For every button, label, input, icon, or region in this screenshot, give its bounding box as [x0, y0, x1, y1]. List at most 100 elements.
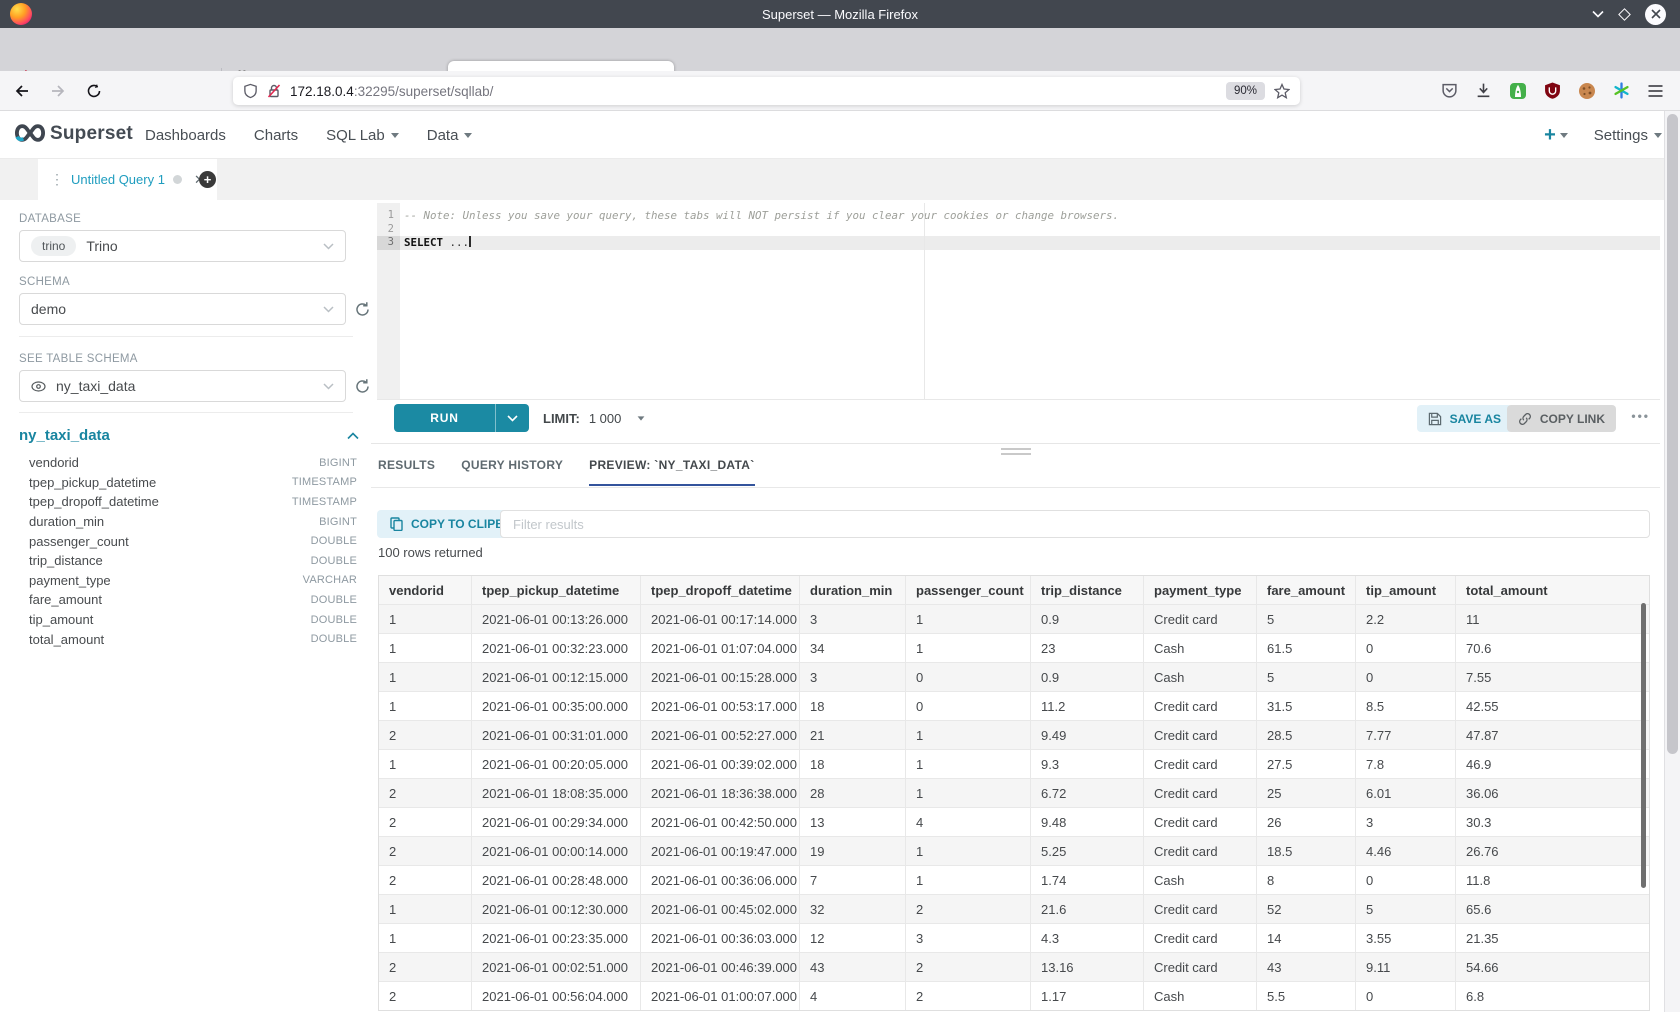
forward-button[interactable] [50, 83, 66, 99]
pocket-icon[interactable] [1441, 82, 1458, 99]
column-header[interactable]: total_amount [1455, 576, 1649, 604]
query-tab-active[interactable]: ⋮ Untitled Query 1 ✕ [38, 159, 217, 200]
table-cell: 2 [379, 779, 471, 807]
run-button[interactable]: RUN [394, 404, 529, 432]
extension-asterisk-icon[interactable] [1613, 82, 1630, 99]
sql-editor[interactable]: 123 -- Note: Unless you save your query,… [377, 203, 1660, 400]
collapse-table-icon[interactable] [347, 432, 359, 440]
table-cell: Credit card [1143, 750, 1256, 778]
ublock-origin-icon[interactable] [1544, 82, 1561, 99]
column-header[interactable]: payment_type [1143, 576, 1256, 604]
table-cell: 43 [1256, 953, 1355, 981]
query-tabstrip: ⋮ Untitled Query 1 ✕ + [0, 159, 1680, 200]
table-select[interactable]: ny_taxi_data [19, 370, 346, 402]
zoom-level-badge[interactable]: 90% [1226, 82, 1265, 100]
new-item-button[interactable]: + [1544, 124, 1568, 147]
table-cell: 43 [799, 953, 905, 981]
run-options-icon[interactable] [495, 404, 529, 432]
table-value: ny_taxi_data [56, 378, 135, 394]
cookie-icon[interactable] [1578, 82, 1596, 100]
schema-select[interactable]: demo [19, 293, 346, 325]
page-scrollbar-thumb[interactable] [1667, 114, 1678, 754]
url-bar[interactable]: 172.18.0.4:32295/superset/sqllab/ 90% [233, 77, 1300, 105]
column-header[interactable]: duration_min [799, 576, 905, 604]
add-query-tab-button[interactable]: + [199, 171, 216, 188]
table-scrollbar-thumb[interactable] [1641, 603, 1646, 888]
nav-item-sql-lab[interactable]: SQL Lab [326, 127, 399, 144]
table-cell: 4.46 [1355, 837, 1455, 865]
divider [19, 412, 353, 413]
text-cursor [469, 236, 471, 247]
filter-results-input[interactable] [500, 510, 1650, 538]
table-cell: 2021-06-01 00:31:01.000 [471, 721, 640, 749]
table-row: 12021-06-01 00:23:35.0002021-06-01 00:36… [379, 923, 1649, 952]
table-cell: 11.2 [1030, 692, 1143, 720]
table-cell: 2 [379, 953, 471, 981]
table-cell: 0 [1355, 634, 1455, 662]
table-column-row: tpep_dropoff_datetimeTIMESTAMP [19, 492, 359, 512]
save-as-button[interactable]: SAVE AS [1417, 405, 1512, 432]
results-table: vendoridtpep_pickup_datetimetpep_dropoff… [378, 575, 1650, 1011]
table-cell: 42.55 [1455, 692, 1649, 720]
database-value: Trino [86, 238, 117, 254]
nav-item-label: Dashboards [145, 127, 226, 144]
table-cell: 11.8 [1455, 866, 1649, 894]
settings-menu[interactable]: Settings [1594, 127, 1662, 144]
database-select[interactable]: trino Trino [19, 230, 346, 262]
nav-item-dashboards[interactable]: Dashboards [145, 127, 226, 144]
superset-page: Superset Dashboards Charts SQL Lab Data + S… [0, 111, 1680, 1012]
insecure-lock-icon[interactable] [267, 83, 281, 99]
link-icon [1518, 412, 1532, 426]
nav-item-label: Data [427, 127, 459, 144]
download-icon[interactable] [1475, 82, 1492, 99]
column-header[interactable]: tpep_dropoff_datetime [640, 576, 799, 604]
table-cell: 0.9 [1030, 663, 1143, 691]
nav-item-charts[interactable]: Charts [254, 127, 298, 144]
nav-item-data[interactable]: Data [427, 127, 473, 144]
window-maximize-icon[interactable] [1618, 8, 1631, 21]
table-cell: 2021-06-01 00:20:05.000 [471, 750, 640, 778]
window-close-icon[interactable] [1645, 4, 1666, 25]
table-cell: 3 [799, 605, 905, 633]
superset-navbar: Superset Dashboards Charts SQL Lab Data + S… [0, 111, 1680, 159]
column-type: TIMESTAMP [292, 476, 357, 488]
table-cell: 5 [1355, 895, 1455, 923]
copy-link-button[interactable]: COPY LINK [1507, 405, 1616, 432]
refresh-tables-icon[interactable] [354, 378, 371, 395]
page-scrollbar[interactable] [1664, 111, 1680, 1012]
table-cell: 2 [905, 895, 1030, 923]
drag-handle-icon[interactable]: ⋮ [50, 171, 63, 188]
column-header[interactable]: tip_amount [1355, 576, 1455, 604]
superset-logo-icon[interactable] [12, 122, 48, 144]
reload-button[interactable] [86, 83, 102, 99]
table-cell: 3 [1355, 808, 1455, 836]
table-column-row: payment_typeVARCHAR [19, 571, 359, 591]
pane-resize-handle[interactable] [1001, 448, 1031, 458]
superset-brand[interactable]: Superset [50, 123, 133, 145]
menu-hamburger-icon[interactable] [1647, 84, 1664, 98]
limit-dropdown[interactable]: LIMIT: 1 000 [543, 404, 645, 432]
privacy-badger-icon[interactable] [1509, 82, 1527, 100]
more-options-button[interactable]: ••• [1631, 409, 1650, 423]
column-header[interactable]: fare_amount [1256, 576, 1355, 604]
shield-icon[interactable] [243, 83, 258, 99]
table-cell: 27.5 [1256, 750, 1355, 778]
column-header[interactable]: passenger_count [905, 576, 1030, 604]
sql-comment: -- Note: Unless you save your query, the… [404, 209, 1119, 222]
refresh-schemas-icon[interactable] [354, 301, 371, 318]
column-type: DOUBLE [311, 633, 357, 645]
table-cell: 18 [799, 692, 905, 720]
editor-code-area[interactable]: -- Note: Unless you save your query, the… [400, 203, 1660, 399]
column-header[interactable]: vendorid [379, 576, 471, 604]
results-tab-0[interactable]: RESULTS [378, 458, 435, 486]
back-button[interactable] [14, 83, 30, 99]
gutter-line-number: 3 [377, 236, 400, 250]
table-cell: 36.06 [1455, 779, 1649, 807]
column-header[interactable]: tpep_pickup_datetime [471, 576, 640, 604]
bookmark-star-icon[interactable] [1274, 83, 1290, 99]
results-tab-1[interactable]: QUERY HISTORY [461, 458, 563, 486]
results-tab-2[interactable]: PREVIEW: `NY_TAXI_DATA` [589, 458, 754, 486]
window-minimize-icon[interactable] [1592, 10, 1604, 18]
column-header[interactable]: trip_distance [1030, 576, 1143, 604]
table-schema-title[interactable]: ny_taxi_data [19, 427, 110, 444]
